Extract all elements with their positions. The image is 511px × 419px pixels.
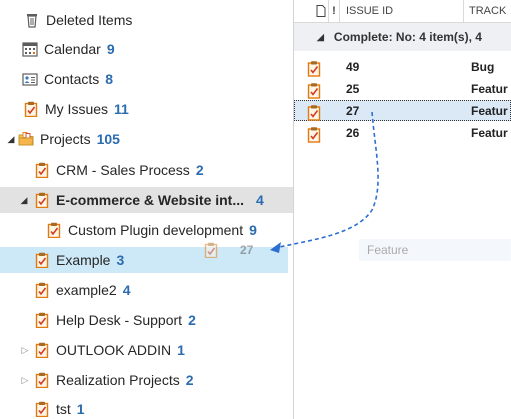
document-icon bbox=[316, 5, 326, 17]
trash-icon bbox=[27, 14, 37, 28]
collapsed-arrow-icon[interactable]: ▷ bbox=[20, 345, 30, 355]
contacts-icon bbox=[22, 73, 38, 86]
tree-item-ecommerce-website[interactable]: ◢ E-commerce & Website int... 4 bbox=[0, 187, 293, 213]
collapsed-arrow-icon[interactable]: ▷ bbox=[20, 375, 30, 385]
tracker-cell: Featur bbox=[471, 103, 508, 118]
expanded-arrow-icon[interactable]: ◢ bbox=[6, 134, 16, 144]
tracker-cell: Featur bbox=[471, 81, 508, 96]
column-header-row: ! ISSUE ID TRACK bbox=[294, 0, 511, 23]
issue-id-cell: 26 bbox=[346, 125, 360, 140]
issue-icon bbox=[34, 401, 50, 417]
unread-count: 1 bbox=[177, 342, 185, 358]
tree-item-label: Calendar bbox=[44, 41, 101, 57]
tree-item-label: CRM - Sales Process bbox=[56, 162, 190, 178]
issue-icon bbox=[23, 101, 39, 117]
tree-item-outlook-addin[interactable]: ▷ OUTLOOK ADDIN 1 bbox=[0, 337, 293, 363]
table-row[interactable]: 25 Featur bbox=[294, 78, 511, 99]
tree-item-projects[interactable]: ◢ Projects 105 bbox=[0, 126, 293, 152]
issue-icon bbox=[306, 122, 322, 143]
issue-id-cell: 27 bbox=[346, 103, 360, 118]
tree-item-label: E-commerce & Website int... bbox=[56, 192, 245, 208]
tree-item-calendar[interactable]: Calendar 9 bbox=[0, 36, 293, 62]
tree-item-help-desk-support[interactable]: Help Desk - Support 2 bbox=[0, 307, 293, 333]
tree-item-label: Realization Projects bbox=[56, 372, 180, 388]
tree-item-custom-plugin-development[interactable]: Custom Plugin development 9 bbox=[0, 217, 293, 243]
tree-item-example[interactable]: Example 3 bbox=[0, 247, 288, 273]
tracker-cell: Featur bbox=[471, 125, 508, 140]
table-row[interactable]: 26 Featur bbox=[294, 122, 511, 143]
tracker-cell: Bug bbox=[471, 59, 495, 74]
unread-count: 9 bbox=[106, 41, 115, 57]
tree-item-realization-projects[interactable]: ▷ Realization Projects 2 bbox=[0, 367, 293, 393]
tree-item-label: Help Desk - Support bbox=[56, 312, 183, 328]
tree-item-tst[interactable]: tst 1 bbox=[0, 396, 293, 419]
issue-icon bbox=[306, 56, 322, 77]
tree-item-my-issues[interactable]: My Issues 11 bbox=[0, 96, 293, 122]
navigation-pane: Deleted Items Calendar 9 Contacts 8 My I… bbox=[0, 0, 294, 419]
tree-item-label: example2 bbox=[56, 282, 117, 298]
unread-count: 9 bbox=[249, 222, 257, 238]
issue-icon bbox=[306, 100, 322, 121]
table-row[interactable]: 49 Bug bbox=[294, 56, 511, 77]
unread-count: 3 bbox=[116, 252, 125, 268]
issue-icon bbox=[34, 162, 50, 178]
issue-icon bbox=[34, 342, 50, 358]
issue-icon bbox=[46, 222, 62, 238]
tree-item-label: Projects bbox=[40, 131, 91, 147]
tree-item-label: Deleted Items bbox=[46, 12, 133, 28]
collapse-group-icon[interactable]: ◢ bbox=[317, 32, 324, 43]
issue-icon bbox=[34, 252, 50, 268]
column-header-priority[interactable]: ! bbox=[329, 0, 340, 22]
issue-icon bbox=[34, 282, 50, 298]
unread-count: 105 bbox=[96, 131, 120, 147]
unread-count: 4 bbox=[122, 282, 131, 298]
tree-item-label: OUTLOOK ADDIN bbox=[56, 342, 172, 358]
column-header-type[interactable] bbox=[314, 0, 329, 22]
column-header-tracker[interactable]: TRACK bbox=[465, 0, 511, 22]
tree-item-label: tst bbox=[56, 401, 71, 417]
issue-icon bbox=[34, 192, 50, 208]
group-header[interactable]: ◢ Complete: No: 4 item(s), 4 bbox=[294, 23, 511, 51]
tree-item-example2[interactable]: example2 4 bbox=[0, 277, 293, 303]
issue-icon bbox=[34, 312, 50, 328]
tree-item-contacts[interactable]: Contacts 8 bbox=[0, 66, 293, 92]
column-header-issue-id[interactable]: ISSUE ID bbox=[340, 0, 464, 22]
expanded-arrow-icon[interactable]: ◢ bbox=[19, 195, 29, 205]
unread-count: 4 bbox=[256, 192, 264, 208]
tree-item-deleted-items[interactable]: Deleted Items bbox=[0, 7, 293, 33]
calendar-icon bbox=[22, 42, 38, 57]
issue-icon bbox=[34, 372, 50, 388]
tree-item-label: Custom Plugin development bbox=[68, 222, 244, 238]
projects-folder-icon bbox=[18, 132, 34, 146]
unread-count: 11 bbox=[114, 101, 129, 117]
unread-count: 2 bbox=[188, 312, 196, 328]
issue-list: ! ISSUE ID TRACK ◢ Complete: No: 4 item(… bbox=[294, 0, 511, 419]
issue-id-cell: 49 bbox=[346, 59, 360, 74]
issue-id-cell: 25 bbox=[346, 81, 360, 96]
unread-count: 1 bbox=[76, 401, 85, 417]
group-label: Complete: No: 4 item(s), 4 bbox=[333, 30, 482, 44]
table-row-selected[interactable]: 27 Featur bbox=[294, 100, 511, 121]
tree-item-label: My Issues bbox=[45, 101, 109, 117]
tree-item-label: Contacts bbox=[44, 71, 100, 87]
unread-count: 2 bbox=[185, 372, 194, 388]
unread-count: 8 bbox=[105, 71, 114, 87]
issue-icon bbox=[306, 78, 322, 99]
unread-count: 2 bbox=[195, 162, 204, 178]
tree-item-crm-sales-process[interactable]: CRM - Sales Process 2 bbox=[0, 157, 293, 183]
tree-item-label: Example bbox=[56, 252, 111, 268]
